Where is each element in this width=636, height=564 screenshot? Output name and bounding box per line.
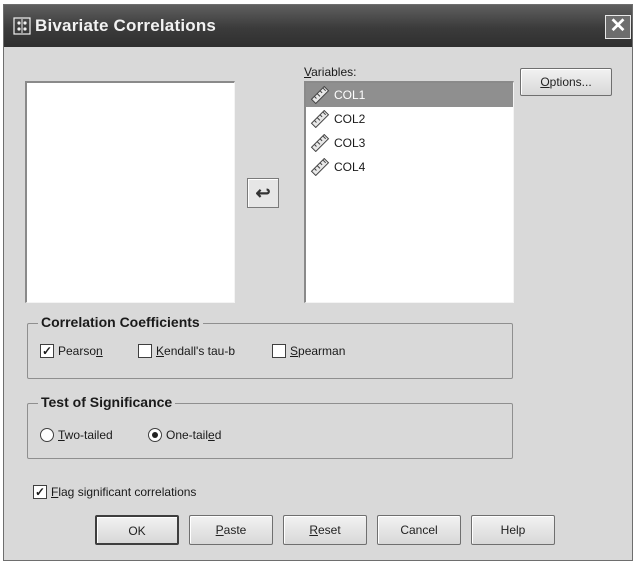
move-arrow-icon: ↩ [255,183,271,203]
flag-significant-label: Flag significant correlations [51,485,197,499]
cancel-button-label: Cancel [400,523,438,537]
scale-variable-icon [310,133,330,153]
bivariate-correlations-dialog: Bivariate Correlations ✕ ↩ Variables: CO… [3,4,633,561]
source-variable-list[interactable] [25,81,235,303]
dialog-title: Bivariate Correlations [35,16,217,35]
variable-item[interactable]: COL3 [306,131,513,155]
two-tailed-radio[interactable] [40,428,54,442]
one-tailed-label: One-tailed [166,428,222,442]
variable-item-label: COL4 [334,160,366,174]
two-tailed-option[interactable]: Two-tailed [40,428,113,442]
one-tailed-option[interactable]: One-tailed [148,428,221,442]
correlation-coefficients-group: Correlation Coefficients ✓ Pearson Kenda… [27,314,513,379]
pearson-option[interactable]: ✓ Pearson [40,344,103,358]
options-button-label: Options... [540,75,592,89]
spearman-option[interactable]: Spearman [272,344,345,358]
correlation-coefficients-title: Correlation Coefficients [38,314,203,330]
close-button[interactable]: ✕ [605,15,631,39]
ok-button-label: OK [128,524,146,538]
two-tailed-label: Two-tailed [58,428,113,442]
paste-button[interactable]: Paste [189,515,273,545]
variable-item-label: COL2 [334,112,366,126]
variable-item[interactable]: COL1 [306,83,513,107]
variables-label: Variables: [304,65,357,79]
test-of-significance-title: Test of Significance [38,394,176,410]
close-icon: ✕ [609,15,627,37]
options-button[interactable]: Options... [520,68,612,96]
kendall-checkbox[interactable] [138,344,152,358]
ok-button[interactable]: OK [95,515,179,545]
paste-button-label: Paste [215,523,247,537]
variable-item[interactable]: COL4 [306,155,513,179]
spearman-label: Spearman [290,344,346,358]
variable-item[interactable]: COL2 [306,107,513,131]
help-button-label: Help [500,523,526,537]
variables-label-text: ariables: [311,65,357,79]
test-of-significance-group: Test of Significance Two-tailed One-tail… [27,394,513,459]
flag-significant-checkbox[interactable]: ✓ [33,485,47,499]
reset-button[interactable]: Reset [283,515,367,545]
one-tailed-radio[interactable] [148,428,162,442]
kendall-label: Kendall's tau-b [156,344,236,358]
scale-variable-icon [310,157,330,177]
move-variable-button[interactable]: ↩ [247,178,279,208]
kendall-option[interactable]: Kendall's tau-b [138,344,235,358]
pearson-label: Pearson [58,344,103,358]
dialog-icon [13,17,31,35]
help-button[interactable]: Help [471,515,555,545]
scale-variable-icon [310,109,330,129]
variables-list[interactable]: COL1 COL2 COL3 COL4 [304,81,514,303]
scale-variable-icon [310,85,330,105]
flag-significant-option[interactable]: ✓ Flag significant correlations [33,485,196,499]
spearman-checkbox[interactable] [272,344,286,358]
title-bar[interactable]: Bivariate Correlations ✕ [4,5,632,47]
variable-item-label: COL1 [334,88,366,102]
reset-button-label: Reset [309,523,341,537]
pearson-checkbox[interactable]: ✓ [40,344,54,358]
variable-item-label: COL3 [334,136,366,150]
cancel-button[interactable]: Cancel [377,515,461,545]
